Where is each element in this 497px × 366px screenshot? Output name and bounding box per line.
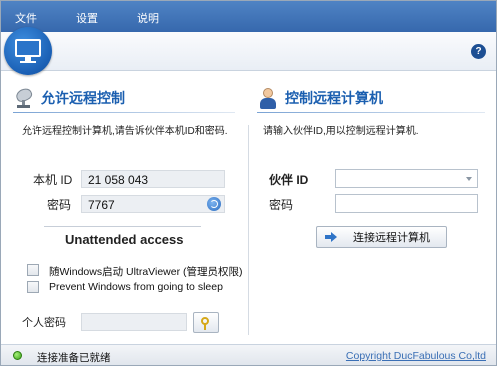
- menu-bar: 文件 设置 说明: [1, 1, 496, 32]
- unattended-divider: [44, 226, 201, 227]
- connect-button-label: 连接远程计算机: [353, 232, 430, 244]
- allow-remote-title: 允许远程控制: [41, 90, 125, 106]
- status-bar: 连接准备已就绪 Copyright DucFabulous Co,ltd: [1, 344, 496, 365]
- my-id-label: 本机 ID: [33, 173, 73, 187]
- allow-header-underline: [13, 112, 235, 113]
- personal-password-field[interactable]: [81, 313, 187, 331]
- menu-settings[interactable]: 设置: [76, 10, 98, 26]
- my-password-field[interactable]: 7767: [81, 195, 225, 213]
- partner-id-label: 伙伴 ID: [269, 173, 309, 187]
- allow-description: 允许远程控制计算机,请告诉伙伴本机ID和密码.: [22, 126, 228, 137]
- menu-file[interactable]: 文件: [15, 10, 37, 26]
- toolbar: ?: [1, 32, 496, 71]
- partner-password-label: 密码: [269, 198, 294, 212]
- copyright-link[interactable]: Copyright DucFabulous Co,ltd: [346, 350, 486, 362]
- main-window: 文件 设置 说明 ? 允许远程控制 允许远程控制计算机,请告诉伙伴本机ID和密码…: [0, 0, 497, 366]
- my-password-value: 7767: [88, 198, 115, 212]
- partner-password-field[interactable]: [335, 194, 478, 213]
- start-with-windows-checkbox[interactable]: [27, 264, 39, 276]
- key-icon[interactable]: [193, 312, 219, 333]
- menu-help[interactable]: 说明: [137, 10, 159, 26]
- prevent-sleep-label[interactable]: Prevent Windows from going to sleep: [49, 281, 223, 293]
- user-icon: [257, 87, 279, 109]
- my-id-field[interactable]: 21 058 043: [81, 170, 225, 188]
- personal-password-label: 个人密码: [22, 317, 66, 329]
- start-with-windows-label[interactable]: 随Windows启动 UltraViewer (管理员权限): [49, 264, 243, 279]
- arrow-right-icon: [325, 232, 337, 242]
- monitor-icon: [4, 27, 52, 75]
- refresh-password-icon[interactable]: [207, 197, 221, 211]
- unattended-access-title: Unattended access: [65, 232, 184, 247]
- chevron-down-icon[interactable]: [466, 177, 472, 181]
- control-header-underline: [257, 112, 485, 113]
- control-description: 请输入伙伴ID,用以控制远程计算机.: [263, 126, 419, 137]
- satellite-dish-icon: [13, 86, 35, 109]
- control-remote-title: 控制远程计算机: [285, 90, 383, 106]
- my-password-label: 密码: [47, 198, 72, 212]
- control-remote-header: 控制远程计算机: [257, 85, 383, 111]
- connect-button[interactable]: 连接远程计算机: [316, 226, 447, 248]
- section-divider: [248, 125, 249, 335]
- status-text: 连接准备已就绪: [37, 352, 111, 364]
- allow-remote-header: 允许远程控制: [13, 85, 125, 111]
- status-indicator-icon: [13, 351, 22, 360]
- prevent-sleep-checkbox[interactable]: [27, 281, 39, 293]
- partner-id-combobox[interactable]: [335, 169, 478, 188]
- help-icon[interactable]: ?: [471, 44, 486, 59]
